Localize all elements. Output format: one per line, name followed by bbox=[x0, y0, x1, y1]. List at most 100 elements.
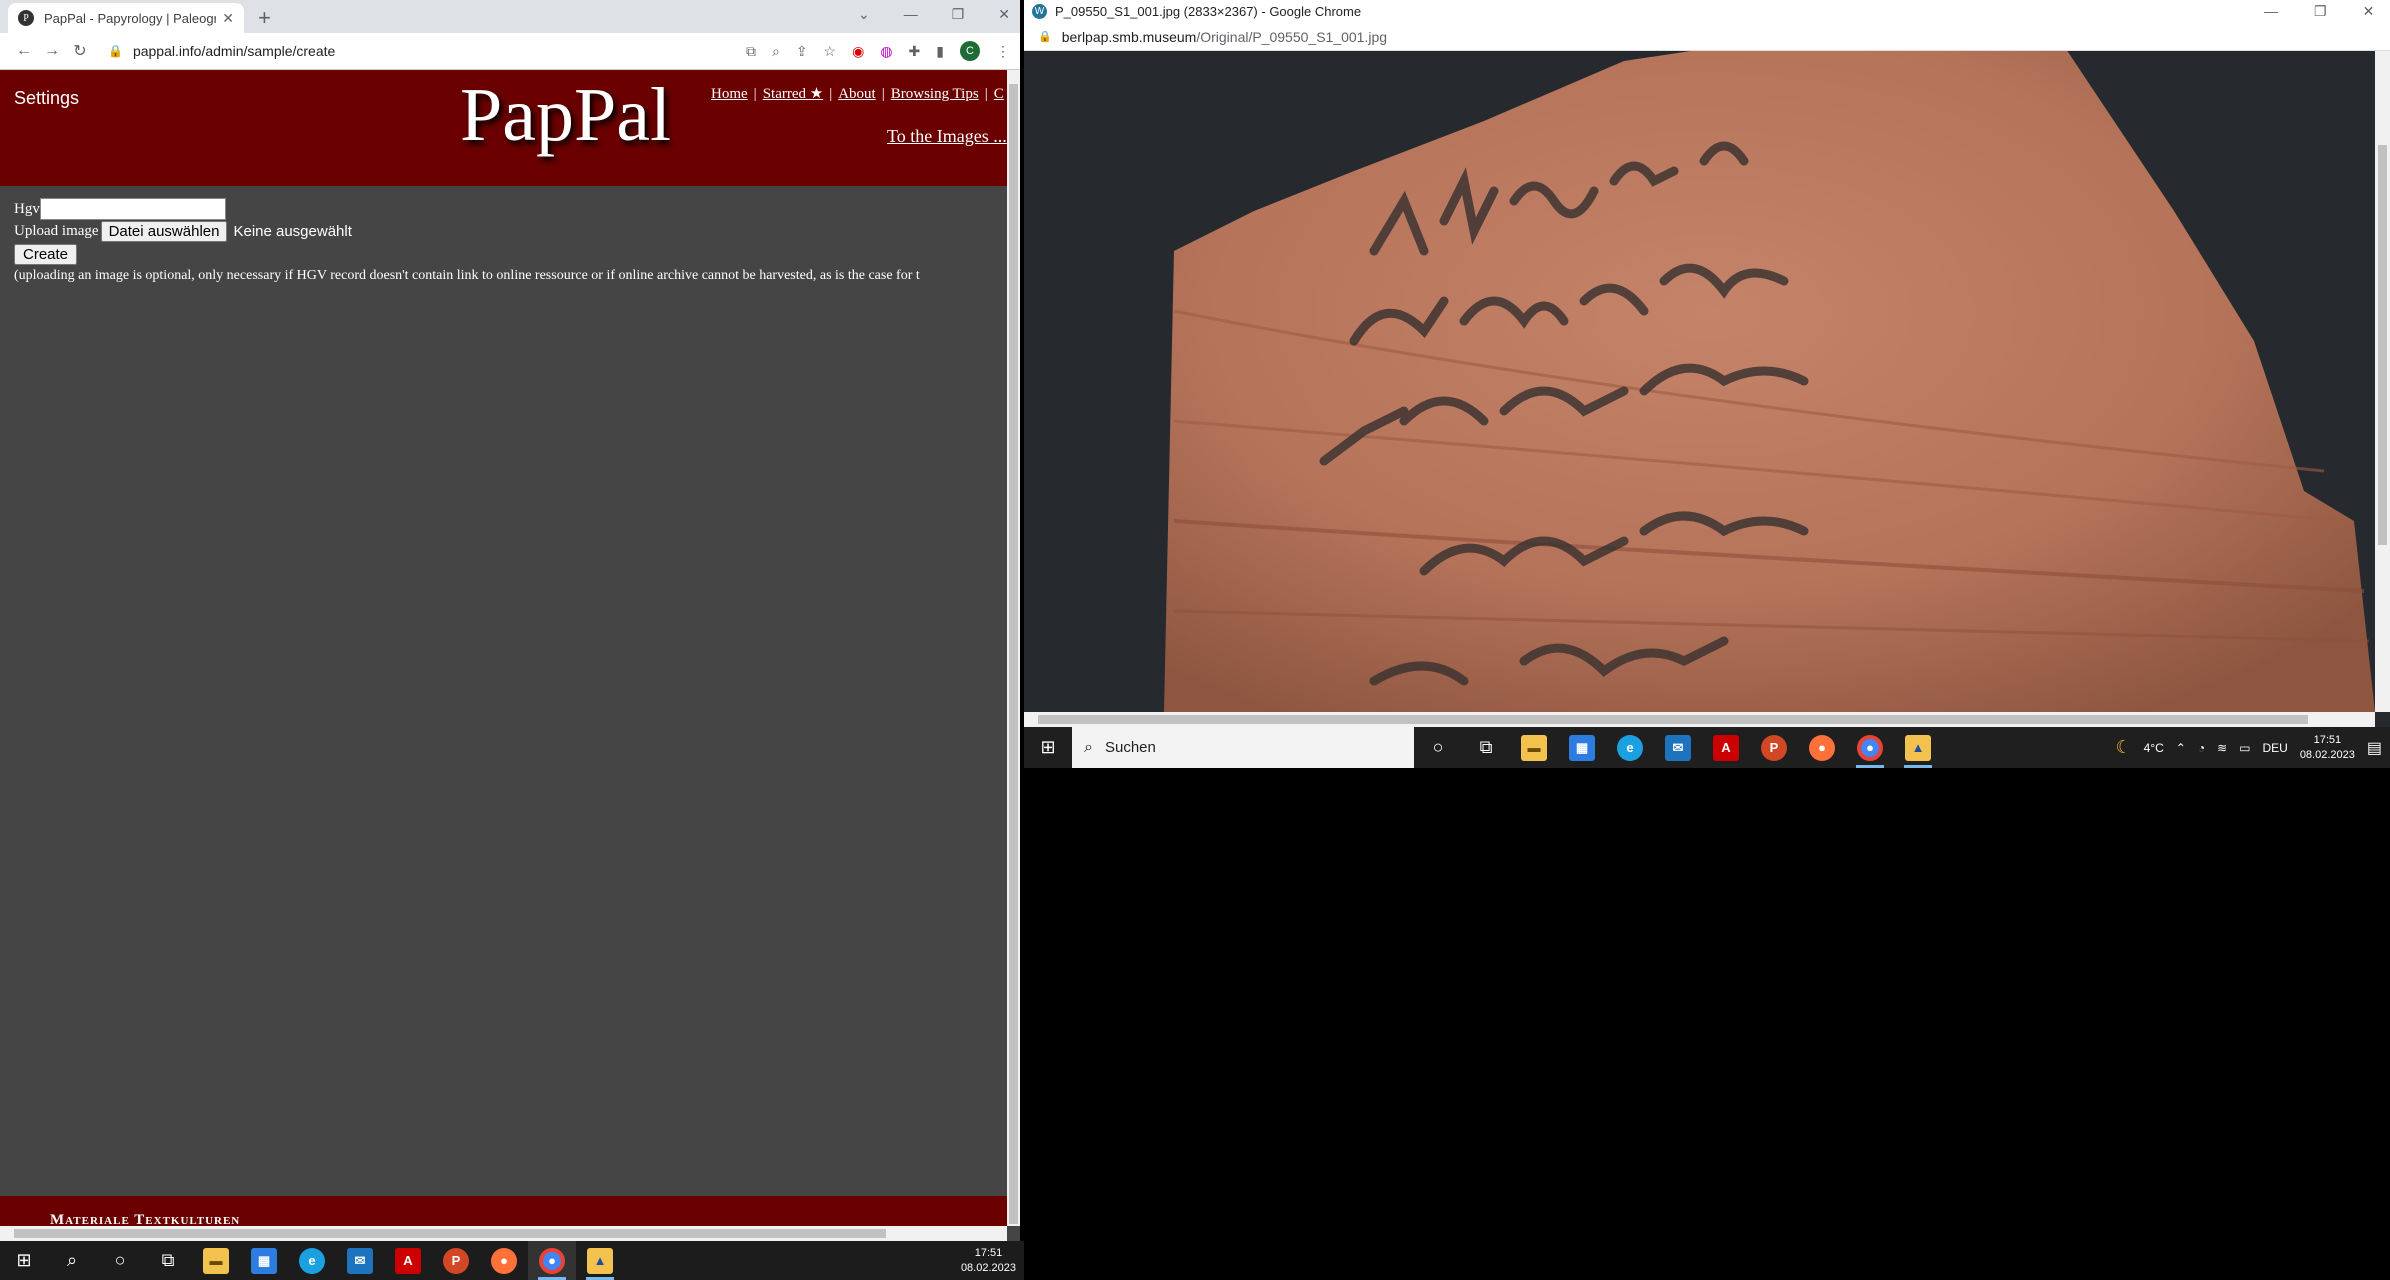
address-bar[interactable]: 🔒 berlpap.smb.museum/Original/P_09550_S1… bbox=[1024, 23, 2390, 51]
search-icon: ⌕ bbox=[1084, 738, 1093, 756]
menu-kebab-icon[interactable]: ⋮ bbox=[996, 43, 1010, 60]
create-button[interactable]: Create bbox=[14, 243, 78, 265]
upload-image-label: Upload image bbox=[14, 222, 99, 239]
tab-pappal[interactable]: P PapPal - Papyrology | Paleograph ✕ bbox=[8, 3, 244, 33]
taskbar-right: ⊞ ⌕ Suchen ○ ⧉ ▬ ▦ e ✉ A P ● ● ▲ ☾ 4°C ⌃… bbox=[1024, 727, 2390, 768]
settings-link[interactable]: Settings bbox=[14, 88, 79, 109]
extensions-puzzle-icon[interactable]: ✚ bbox=[909, 43, 921, 60]
battery-icon[interactable]: ▭ bbox=[2239, 741, 2250, 755]
nav-browsing-tips[interactable]: Browsing Tips bbox=[891, 86, 979, 102]
clock-time: 17:51 bbox=[974, 1246, 1003, 1259]
nav-starred[interactable]: Starred ★ bbox=[763, 86, 824, 102]
top-navigation: Home | Starred ★ | About | Browsing Tips | C bbox=[711, 86, 1004, 102]
minimize-icon[interactable]: — bbox=[2264, 3, 2278, 20]
vertical-scrollbar[interactable] bbox=[1007, 70, 1020, 1226]
new-tab-icon[interactable]: + bbox=[258, 5, 271, 31]
weather-moon-icon[interactable]: ☾ bbox=[2115, 737, 2131, 758]
acrobat-icon[interactable]: A bbox=[384, 1241, 432, 1280]
chrome-icon[interactable]: ● bbox=[528, 1241, 576, 1280]
profile-avatar[interactable]: C bbox=[960, 41, 980, 61]
mail-icon[interactable]: ✉ bbox=[336, 1241, 384, 1280]
upload-note: (uploading an image is optional, only ne… bbox=[14, 268, 920, 283]
chrome-icon[interactable]: ● bbox=[1846, 727, 1894, 768]
weather-temp[interactable]: 4°C bbox=[2144, 741, 2164, 755]
extension-red-icon[interactable]: ◉ bbox=[852, 43, 864, 60]
restore-icon[interactable]: ❐ bbox=[2314, 3, 2327, 20]
minimize-icon[interactable]: — bbox=[904, 6, 918, 23]
file-status: Keine ausgewählt bbox=[233, 222, 352, 240]
scroll-thumb[interactable] bbox=[1038, 715, 2308, 724]
task-view-icon[interactable]: ⧉ bbox=[144, 1241, 192, 1280]
hgv-input[interactable] bbox=[39, 198, 226, 220]
extension-purple-icon[interactable]: ◍ bbox=[880, 43, 892, 60]
site-footer: Materiale Textkulturen bbox=[0, 1196, 1007, 1228]
title-bar: W P_09550_S1_001.jpg (2833×2367) - Googl… bbox=[1024, 0, 2390, 23]
scroll-thumb[interactable] bbox=[2378, 145, 2387, 545]
search-icon[interactable]: ⌕ bbox=[48, 1241, 96, 1280]
reload-icon[interactable]: ↻ bbox=[66, 41, 94, 61]
cortana-icon[interactable]: ○ bbox=[96, 1241, 144, 1280]
nav-about[interactable]: About bbox=[838, 86, 876, 102]
store-icon[interactable]: ▦ bbox=[240, 1241, 288, 1280]
vertical-scrollbar[interactable] bbox=[2375, 51, 2390, 712]
store-icon[interactable]: ▦ bbox=[1558, 727, 1606, 768]
back-icon[interactable]: ← bbox=[10, 42, 38, 60]
to-images-link[interactable]: To the Images ... bbox=[887, 126, 1007, 147]
ostracon-photo bbox=[1024, 51, 2375, 712]
network-icon[interactable]: ◔ bbox=[2198, 741, 2205, 755]
scroll-thumb[interactable] bbox=[1009, 84, 1018, 1224]
mail-icon[interactable]: ✉ bbox=[1654, 727, 1702, 768]
bookmark-star-icon[interactable]: ☆ bbox=[824, 43, 837, 60]
edge-icon[interactable]: e bbox=[288, 1241, 336, 1280]
edge-icon[interactable]: e bbox=[1606, 727, 1654, 768]
file-explorer-icon[interactable]: ▬ bbox=[192, 1241, 240, 1280]
firefox-icon[interactable]: ● bbox=[480, 1241, 528, 1280]
powerpoint-icon[interactable]: P bbox=[432, 1241, 480, 1280]
taskbar-search[interactable]: ⌕ Suchen bbox=[1072, 727, 1414, 768]
side-panel-icon[interactable]: ▮ bbox=[936, 43, 944, 60]
acrobat-icon[interactable]: A bbox=[1702, 727, 1750, 768]
address-url: pappal.info/admin/sample/create bbox=[132, 43, 336, 59]
close-window-icon[interactable]: ✕ bbox=[998, 6, 1010, 23]
file-manager-icon[interactable]: ▲ bbox=[576, 1241, 624, 1280]
close-tab-icon[interactable]: ✕ bbox=[222, 10, 234, 27]
address-bar[interactable]: 🔒 pappal.info/admin/sample/create bbox=[108, 43, 746, 59]
clock[interactable]: 17:51 08.02.2023 bbox=[2300, 733, 2355, 763]
windows-start-icon[interactable]: ⊞ bbox=[1024, 727, 1072, 768]
windows-start-icon[interactable]: ⊞ bbox=[0, 1241, 48, 1280]
cortana-icon[interactable]: ○ bbox=[1414, 727, 1462, 768]
clock-time: 17:51 bbox=[2313, 733, 2342, 746]
translate-icon[interactable]: ⧉ bbox=[746, 43, 756, 60]
powerpoint-icon[interactable]: P bbox=[1750, 727, 1798, 768]
site-logo[interactable]: PapPal bbox=[460, 72, 671, 159]
lock-icon: 🔒 bbox=[1038, 31, 1052, 43]
firefox-icon[interactable]: ● bbox=[1798, 727, 1846, 768]
left-browser-window: P PapPal - Papyrology | Paleograph ✕ + ⌄… bbox=[0, 0, 1020, 1241]
close-window-icon[interactable]: ✕ bbox=[2363, 3, 2375, 20]
ostracon-image[interactable] bbox=[1024, 51, 2375, 712]
hgv-label: Hgv bbox=[14, 200, 40, 217]
horizontal-scrollbar[interactable] bbox=[0, 1226, 1007, 1241]
share-icon[interactable]: ⇪ bbox=[796, 43, 808, 60]
tab-title: PapPal - Papyrology | Paleograph bbox=[44, 10, 217, 26]
language-indicator[interactable]: DEU bbox=[2262, 741, 2287, 755]
chevron-up-icon[interactable]: ⌃ bbox=[2176, 741, 2186, 755]
site-header: Settings PapPal Home | Starred ★ | About | Bro… bbox=[0, 70, 1007, 186]
chevron-down-icon[interactable]: ⌄ bbox=[858, 6, 870, 23]
file-explorer-icon[interactable]: ▬ bbox=[1510, 727, 1558, 768]
zoom-icon[interactable]: ⌕ bbox=[772, 43, 780, 60]
notifications-icon[interactable]: ▤ bbox=[2367, 738, 2382, 758]
wifi-icon[interactable]: ≋ bbox=[2217, 741, 2227, 755]
scroll-thumb[interactable] bbox=[14, 1229, 886, 1238]
choose-file-button[interactable]: Datei auswählen bbox=[100, 220, 228, 242]
forward-icon[interactable]: → bbox=[38, 42, 66, 60]
file-manager-icon[interactable]: ▲ bbox=[1894, 727, 1942, 768]
clock[interactable]: 17:51 08.02.2023 bbox=[961, 1246, 1016, 1276]
nav-home[interactable]: Home bbox=[711, 86, 748, 102]
nav-truncated[interactable]: C bbox=[994, 86, 1004, 102]
horizontal-scrollbar[interactable] bbox=[1024, 712, 2375, 727]
taskbar-left: ⊞ ⌕ ○ ⧉ ▬ ▦ e ✉ A P ● ● ▲ 17:51 08.02.20… bbox=[0, 1241, 1024, 1280]
search-placeholder: Suchen bbox=[1104, 739, 1156, 756]
restore-icon[interactable]: ❐ bbox=[952, 6, 965, 23]
task-view-icon[interactable]: ⧉ bbox=[1462, 727, 1510, 768]
